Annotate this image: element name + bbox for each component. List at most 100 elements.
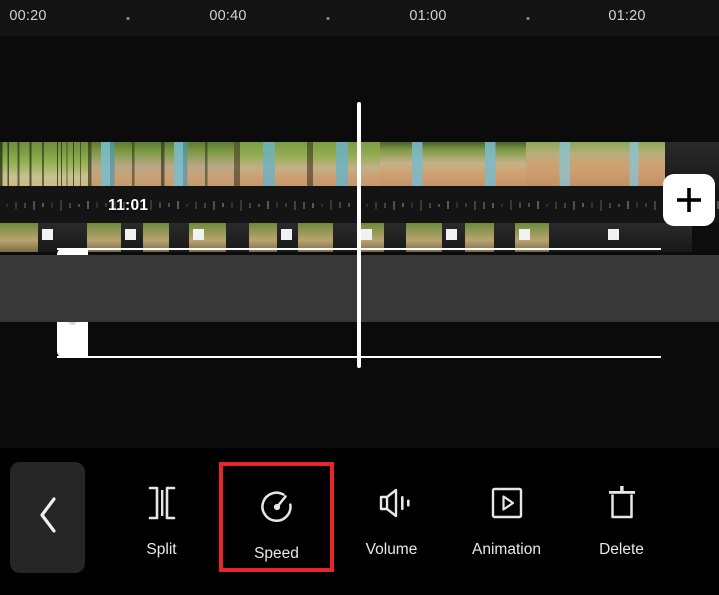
time-ruler[interactable]: 00:20 00:40 01:00 01:20 <box>0 0 719 36</box>
tool-list[interactable]: Split Speed Volume Animation Delete Rbac <box>104 448 719 595</box>
back-button[interactable] <box>10 462 85 573</box>
waveform-mark <box>150 200 152 210</box>
waveform-mark <box>474 200 476 210</box>
waveform-mark <box>411 202 413 208</box>
waveform-mark <box>456 202 458 208</box>
timeline-area[interactable]: 11:01 <box>0 36 719 448</box>
secondary-thumbnail <box>574 223 604 252</box>
tool-split-button[interactable]: Split <box>104 462 219 572</box>
video-thumbnail <box>526 142 599 186</box>
time-ruler-track[interactable]: 00:20 00:40 01:00 01:20 <box>0 0 719 36</box>
waveform-mark <box>447 201 449 209</box>
video-editor-screen: 00:20 00:40 01:00 01:20 11:01 Split Spee… <box>0 0 719 595</box>
waveform-mark <box>465 203 467 207</box>
plus-icon <box>674 185 704 215</box>
secondary-thumbnail <box>465 223 494 252</box>
ruler-tick-label: 00:20 <box>9 8 47 24</box>
waveform-mark <box>213 200 215 210</box>
waveform-mark <box>627 201 629 209</box>
playhead[interactable] <box>357 102 361 368</box>
thumbnail-marker <box>519 229 530 240</box>
waveform-mark <box>60 199 62 211</box>
waveform-mark <box>312 202 314 208</box>
waveform-mark <box>564 202 566 208</box>
tool-r-button[interactable]: Rbac <box>679 462 719 572</box>
animation-icon <box>488 482 526 524</box>
secondary-thumbnail <box>249 223 277 252</box>
ruler-tick-dot <box>526 17 530 20</box>
waveform-mark <box>348 203 350 207</box>
secondary-thumbnail <box>333 223 357 252</box>
waveform-mark <box>573 200 575 210</box>
waveform-mark <box>159 202 161 208</box>
waveform-mark <box>609 202 611 208</box>
secondary-thumbnail <box>357 223 384 252</box>
waveform-mark <box>402 203 404 207</box>
waveform-mark <box>366 203 368 207</box>
waveform-mark <box>321 203 323 207</box>
secondary-thumbnail <box>384 223 406 252</box>
secondary-thumbnail <box>604 223 644 252</box>
video-thumbnail <box>234 142 307 186</box>
video-thumbnail <box>57 142 88 186</box>
secondary-thumbnail <box>38 223 57 252</box>
secondary-thumbnail <box>0 223 38 252</box>
secondary-thumbnail <box>298 223 333 252</box>
tool-label: Speed <box>254 545 299 562</box>
waveform-mark <box>420 199 422 211</box>
waveform-mark <box>177 201 179 209</box>
waveform-mark <box>240 199 242 211</box>
waveform-mark <box>438 203 440 207</box>
waveform-mark <box>204 202 206 208</box>
waveform-mark <box>195 201 197 209</box>
waveform-mark <box>267 201 269 209</box>
secondary-thumbnail <box>87 223 121 252</box>
waveform-mark <box>582 203 584 207</box>
waveform-mark <box>231 202 233 208</box>
waveform-mark <box>6 203 8 207</box>
video-thumbnail <box>599 142 665 186</box>
waveform-mark <box>654 200 656 210</box>
waveform-mark <box>294 200 296 210</box>
ruler-tick-label: 01:00 <box>409 8 447 24</box>
waveform-mark <box>78 203 80 207</box>
secondary-thumbnail <box>442 223 465 252</box>
tool-speed-button[interactable]: Speed <box>219 462 334 572</box>
secondary-thumbnail <box>406 223 442 252</box>
video-thumbnail <box>0 142 57 186</box>
waveform-mark <box>276 202 278 208</box>
thumbnail-marker <box>42 229 53 240</box>
tool-volume-button[interactable]: Volume <box>334 462 449 572</box>
waveform-mark <box>24 202 26 208</box>
waveform-mark <box>87 201 89 209</box>
secondary-thumbnail <box>121 223 143 252</box>
waveform-mark <box>492 202 494 208</box>
video-thumbnail <box>380 142 453 186</box>
secondary-thumbnail <box>143 223 169 252</box>
waveform-mark <box>483 201 485 209</box>
chevron-left-icon <box>34 493 62 542</box>
add-clip-button[interactable] <box>663 174 715 226</box>
waveform-mark <box>384 202 386 208</box>
bottom-toolbar: Split Speed Volume Animation Delete Rbac <box>0 448 719 595</box>
ruler-tick-dot <box>126 17 130 20</box>
waveform-mark <box>222 203 224 207</box>
waveform-mark <box>555 201 557 209</box>
secondary-thumbnail <box>169 223 189 252</box>
thumbnail-marker <box>446 229 457 240</box>
tool-animation-button[interactable]: Animation <box>449 462 564 572</box>
tool-delete-button[interactable]: Delete <box>564 462 679 572</box>
secondary-thumbnail <box>549 223 574 252</box>
secondary-thumbnail <box>189 223 226 252</box>
waveform-mark <box>339 202 341 208</box>
waveform-mark <box>636 202 638 208</box>
tool-label: Delete <box>599 541 644 558</box>
waveform-mark <box>51 202 53 208</box>
waveform-mark <box>645 203 647 207</box>
waveform-mark <box>591 202 593 208</box>
waveform-mark <box>258 203 260 207</box>
waveform-mark <box>96 202 98 208</box>
waveform-mark <box>186 203 188 207</box>
waveform-mark <box>42 203 44 207</box>
split-icon <box>144 482 180 524</box>
